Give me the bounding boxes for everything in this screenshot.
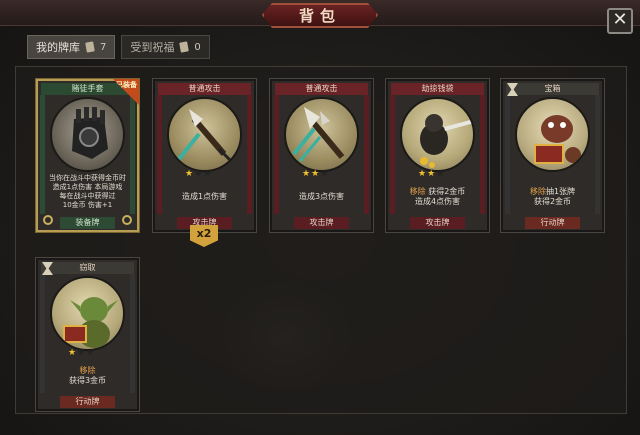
desc-line: 每在战斗中获得过 xyxy=(59,192,116,200)
glove-icon xyxy=(50,97,125,172)
window-title: 背包 xyxy=(262,3,378,28)
keyword: 移除 xyxy=(79,366,96,375)
card-name: 普通攻击 xyxy=(158,83,251,95)
card-gambler-glove[interactable]: 赌徒手套 已装备 当你在战斗中获得金币时 造成1点伤害 本局游戏 每在战斗中获得… xyxy=(36,79,139,232)
card-border xyxy=(130,274,135,393)
close-icon: ✕ xyxy=(612,9,628,30)
card-icon xyxy=(85,41,95,53)
desc-line: 获得2金币 xyxy=(533,197,572,206)
card-name: 宝箱 xyxy=(506,83,599,95)
card-type: 攻击牌 xyxy=(410,217,465,229)
card-steal[interactable]: 窃取 ★ ★ ★ 移除 获得3金币 行动牌 xyxy=(36,258,139,411)
card-border xyxy=(480,95,485,214)
card-border xyxy=(130,95,135,214)
card-description: 造成3点伤害 xyxy=(280,181,363,213)
desc-line: 移除 获得2金币 xyxy=(410,187,466,197)
card-border xyxy=(595,95,600,214)
card-type: 行动牌 xyxy=(525,217,580,229)
card-name: 劫掠钱袋 xyxy=(391,83,484,95)
desc-line: 移除抽1张牌 xyxy=(530,187,575,197)
desc-line: 获得3金币 xyxy=(68,376,107,385)
card-description: 移除 获得2金币 造成4点伤害 xyxy=(396,181,479,213)
star-rating: ★ ★ ★ xyxy=(302,169,329,179)
game-screen: 背包 ✕ 我的牌库 7 受到祝福 0 赌徒手套 已装备 当你在战斗中获得金币时 … xyxy=(0,0,640,435)
tab-count: 7 xyxy=(100,41,107,53)
card-border xyxy=(157,95,162,214)
card-description: 造成1点伤害 xyxy=(163,181,246,213)
spear-icon xyxy=(167,97,242,172)
card-border xyxy=(505,95,510,214)
tab-label: 我的牌库 xyxy=(36,41,80,54)
desc-line: 造成4点伤害 xyxy=(414,197,461,206)
keyword: 移除 xyxy=(409,187,426,196)
thief-icon xyxy=(400,97,475,172)
chest-icon xyxy=(515,97,590,172)
card-border xyxy=(274,95,279,214)
desc-text: 抽1张牌 xyxy=(545,187,576,196)
card-name: 窃取 xyxy=(41,262,134,274)
desc-line: 造成1点伤害 xyxy=(181,192,228,201)
star-rating: ★ ★ ★ xyxy=(68,348,95,358)
star-rating: ★ ★ ★ xyxy=(418,169,445,179)
tab-label: 受到祝福 xyxy=(130,41,175,54)
card-name: 普通攻击 xyxy=(275,83,368,95)
tab-count: 0 xyxy=(194,41,201,53)
desc-line: 造成3点伤害 xyxy=(298,192,345,201)
card-description: 移除抽1张牌 获得2金币 xyxy=(511,181,594,213)
gear-icon xyxy=(122,215,132,225)
desc-line: 造成1点伤害 本局游戏 xyxy=(52,183,123,191)
card-type: 行动牌 xyxy=(60,396,115,408)
card-border xyxy=(390,95,395,214)
desc-line: 10金币 伤害+1 xyxy=(62,201,113,209)
card-type: 攻击牌 xyxy=(294,217,349,229)
card-icon xyxy=(179,41,190,53)
star-rating: ★ ★ ★ xyxy=(185,169,212,179)
desc-text: 获得2金币 xyxy=(428,187,466,196)
tab-bar: 我的牌库 7 受到祝福 0 xyxy=(27,35,210,59)
card-border xyxy=(40,274,45,393)
trident-icon xyxy=(284,97,359,172)
card-type: 装备牌 xyxy=(60,217,115,229)
card-treasure-chest[interactable]: 宝箱 移除抽1张牌 获得2金币 行动牌 xyxy=(501,79,604,232)
card-normal-attack[interactable]: 普通攻击 ★ ★ ★ 造成3点伤害 攻击牌 xyxy=(270,79,373,232)
background-emblem xyxy=(216,277,356,397)
tab-blessings[interactable]: 受到祝福 0 xyxy=(121,35,210,59)
keyword: 移除 xyxy=(529,187,546,196)
card-border xyxy=(40,95,45,214)
card-plunder-purse[interactable]: 劫掠钱袋 ★ ★ ★ 移除 获得2金币 造成4点伤害 攻击牌 xyxy=(386,79,489,232)
gear-icon xyxy=(43,215,53,225)
tab-my-deck[interactable]: 我的牌库 7 xyxy=(27,35,116,59)
goblin-icon xyxy=(50,276,125,351)
card-border xyxy=(364,95,369,214)
desc-line: 当你在战斗中获得金币时 xyxy=(49,174,126,182)
card-normal-attack[interactable]: 普通攻击 ★ ★ ★ 造成1点伤害 攻击牌 xyxy=(153,79,256,232)
card-border xyxy=(247,95,252,214)
close-button[interactable]: ✕ xyxy=(607,8,633,34)
card-description: 当你在战斗中获得金币时 造成1点伤害 本局游戏 每在战斗中获得过 10金币 伤害… xyxy=(46,173,129,211)
card-description: 移除 获得3金币 xyxy=(46,360,129,392)
